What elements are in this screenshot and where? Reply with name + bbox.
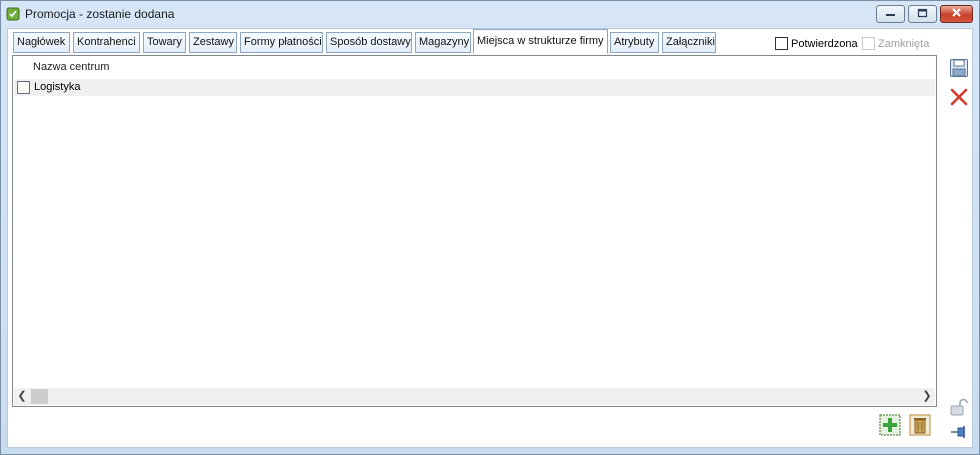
tab-kontrahenci[interactable]: Kontrahenci (73, 32, 140, 53)
row-checkbox[interactable] (17, 81, 30, 94)
tab-sposob-dostawy[interactable]: Sposób dostawy (326, 32, 412, 53)
closed-option: Zamknięta (862, 37, 929, 50)
app-icon (6, 7, 20, 21)
promotion-window: Promocja - zostanie dodana Nagłówek Kont… (0, 0, 980, 455)
save-icon (949, 58, 969, 81)
delete-button[interactable] (909, 414, 931, 439)
tab-label: Zestawy (193, 36, 234, 48)
pin-icon (949, 422, 969, 445)
maximize-button[interactable] (908, 5, 937, 23)
add-button[interactable] (879, 414, 901, 439)
cancel-icon (949, 87, 969, 110)
tab-formy-platnosci[interactable]: Formy płatności (240, 32, 323, 53)
add-icon (879, 414, 901, 439)
scroll-thumb[interactable] (31, 389, 48, 404)
title-bar[interactable]: Promocja - zostanie dodana (1, 1, 979, 28)
tab-magazyny[interactable]: Magazyny (415, 32, 471, 53)
window-title: Promocja - zostanie dodana (25, 7, 175, 21)
tab-zestawy[interactable]: Zestawy (189, 32, 237, 53)
tab-miejsca-w-strukturze-firmy[interactable]: Miejsca w strukturze firmy (473, 29, 608, 54)
company-structure-grid[interactable]: Nazwa centrum Logistyka ❮ ❯ (12, 55, 937, 407)
lock-button[interactable] (948, 397, 970, 419)
maximize-icon (917, 8, 928, 21)
pin-button[interactable] (948, 422, 970, 444)
confirmed-label: Potwierdzona (791, 37, 858, 50)
tab-label: Miejsca w strukturze firmy (477, 35, 604, 47)
tab-label: Formy płatności (244, 36, 322, 48)
column-header-nazwa-centrum[interactable]: Nazwa centrum (33, 61, 109, 73)
close-icon (951, 7, 962, 21)
confirmed-checkbox[interactable] (775, 37, 788, 50)
tab-label: Załączniki (666, 36, 715, 48)
cancel-button[interactable] (948, 87, 970, 109)
tab-label: Atrybuty (614, 36, 655, 48)
tab-towary[interactable]: Towary (143, 32, 186, 53)
horizontal-scrollbar[interactable]: ❮ ❯ (14, 388, 935, 405)
tab-label: Nagłówek (17, 36, 66, 48)
closed-checkbox (862, 37, 875, 50)
tab-atrybuty[interactable]: Atrybuty (610, 32, 659, 53)
lock-icon (949, 397, 969, 420)
confirmed-option[interactable]: Potwierdzona (775, 37, 858, 50)
save-button[interactable] (948, 58, 970, 80)
minimize-button[interactable] (876, 5, 905, 23)
tab-label: Sposób dostawy (330, 36, 411, 48)
row-name-cell: Logistyka (34, 81, 81, 93)
table-row[interactable]: Logistyka (14, 79, 935, 96)
tab-label: Kontrahenci (77, 36, 136, 48)
tab-zalaczniki[interactable]: Załączniki (662, 32, 716, 53)
tab-naglowek[interactable]: Nagłówek (13, 32, 70, 53)
close-button[interactable] (940, 5, 973, 23)
scroll-right-icon[interactable]: ❯ (919, 388, 935, 405)
tab-label: Towary (147, 36, 182, 48)
closed-label: Zamknięta (878, 37, 930, 50)
scroll-left-icon[interactable]: ❮ (14, 388, 30, 405)
minimize-icon (885, 8, 896, 20)
trash-icon (909, 414, 931, 439)
tab-label: Magazyny (419, 36, 470, 48)
